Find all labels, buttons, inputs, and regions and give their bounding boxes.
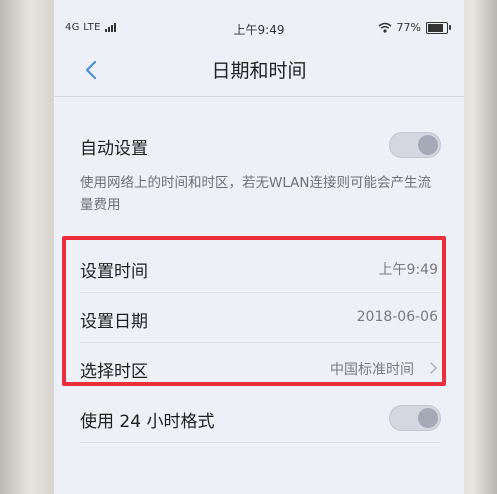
wifi-icon xyxy=(378,22,392,33)
toggle-knob xyxy=(418,135,438,155)
auto-set-row[interactable]: 自动设置 xyxy=(80,122,441,168)
auto-set-description: 使用网络上的时间和时区，若无WLAN连接则可能会产生流量费用 xyxy=(80,175,432,213)
auto-set-label: 自动设置 xyxy=(80,139,148,159)
page-title: 日期和时间 xyxy=(211,60,307,82)
status-right: 77% xyxy=(378,21,451,34)
use-24h-row[interactable]: 使用 24 小时格式 xyxy=(80,395,441,441)
row-divider xyxy=(80,442,440,443)
battery-percent: 77% xyxy=(396,21,421,34)
use-24h-label: 使用 24 小时格式 xyxy=(80,412,215,432)
auto-set-toggle[interactable] xyxy=(389,132,441,158)
toggle-knob xyxy=(418,408,438,428)
highlight-box xyxy=(62,236,446,386)
nav-divider xyxy=(54,96,464,97)
battery-icon xyxy=(426,21,451,34)
status-bar: 4G LTE 上午9:49 77% xyxy=(54,16,464,42)
use-24h-toggle[interactable] xyxy=(389,405,441,431)
battery-fill xyxy=(428,23,444,32)
nav-bar: 日期和时间 xyxy=(54,44,464,96)
